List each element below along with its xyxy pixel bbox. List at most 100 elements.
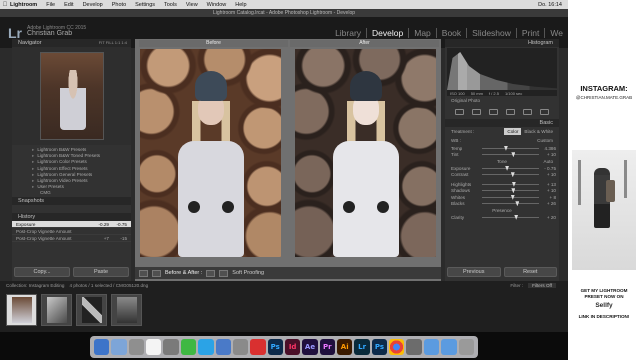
navigator-preview[interactable] [12, 47, 131, 145]
treatment-color[interactable]: Color [504, 128, 522, 135]
slider-handle[interactable] [511, 181, 516, 187]
crop-tool-icon[interactable] [455, 108, 464, 115]
facetime-icon[interactable] [198, 339, 214, 355]
presets-list: Lightroom B&W Presets Lightroom B&W Tone… [12, 145, 131, 197]
menu-develop[interactable]: Develop [83, 2, 103, 8]
after-effects-icon[interactable]: Ae [302, 339, 318, 355]
system-preferences-icon[interactable] [232, 339, 249, 355]
histogram-header[interactable]: Histogram [445, 39, 559, 47]
filmstrip-thumbnail[interactable] [41, 294, 72, 326]
module-map[interactable]: Map [408, 28, 436, 38]
app-store-icon[interactable] [215, 339, 231, 355]
menu-settings[interactable]: Settings [135, 2, 155, 8]
module-book[interactable]: Book [435, 28, 466, 38]
menu-tools[interactable]: Tools [164, 2, 177, 8]
contacts-icon[interactable] [128, 339, 145, 355]
history-header[interactable]: History [12, 213, 131, 221]
tone-auto-button[interactable]: Auto [544, 158, 553, 165]
acrobat-icon[interactable] [250, 339, 266, 355]
spot-removal-tool-icon[interactable] [472, 108, 481, 115]
graduated-filter-icon[interactable] [506, 108, 515, 115]
photoshop-icon[interactable]: Ps [371, 339, 388, 355]
loupe-view-icon[interactable] [139, 269, 148, 277]
history-row[interactable]: Exposure -0.29 -0.75 [12, 221, 131, 228]
menu-file[interactable]: File [46, 2, 55, 8]
navigator-zoom-controls[interactable]: FIT FILL 1:1 1:4 [99, 39, 127, 47]
promo-heading: INSTAGRAM: [580, 84, 628, 93]
treatment-bw[interactable]: Black & White [521, 128, 556, 135]
menu-help[interactable]: Help [235, 2, 246, 8]
menubar-clock[interactable]: Do. 16:14 [538, 2, 562, 8]
swap-icon[interactable] [206, 269, 216, 277]
previous-button[interactable]: Previous [447, 267, 501, 277]
radial-filter-icon[interactable] [523, 108, 532, 115]
before-after-label[interactable]: Before & After : [165, 270, 202, 276]
module-print[interactable]: Print [515, 28, 544, 38]
filmstrip-thumbnail[interactable] [6, 294, 37, 326]
navigator-thumbnail [39, 52, 104, 140]
collection-info[interactable]: Collection: Instagram Editing [6, 283, 64, 288]
photoshop-icon[interactable]: Ps [267, 339, 283, 355]
module-develop[interactable]: Develop [366, 28, 408, 38]
slider-handle[interactable] [515, 201, 520, 207]
slider-handle[interactable] [505, 165, 510, 171]
wb-select[interactable]: Custom [534, 137, 556, 144]
preview-icon[interactable] [406, 339, 422, 355]
basic-header[interactable]: Basic [445, 119, 559, 127]
menu-view[interactable]: View [186, 2, 198, 8]
filter-select[interactable]: Filters Off [528, 283, 556, 288]
filmstrip-thumbnail[interactable] [111, 294, 142, 326]
snapshots-header[interactable]: Snapshots [12, 197, 131, 205]
filmstrip [0, 290, 568, 332]
iso-value: ISO 100 [450, 91, 465, 96]
trash-icon[interactable] [458, 339, 474, 355]
slider-handle[interactable] [510, 172, 515, 178]
copy-button[interactable]: Copy... [14, 267, 70, 277]
chrome-icon[interactable] [389, 339, 405, 355]
develop-toolbar: Before & After : Soft Proofing [135, 267, 441, 279]
history-row[interactable]: Post-Crop Vignette Amount +7 -15 [12, 235, 131, 242]
folder-icon[interactable] [423, 339, 440, 355]
soft-proofing-label[interactable]: Soft Proofing [232, 270, 264, 276]
messages-icon[interactable] [180, 339, 197, 355]
menu-window[interactable]: Window [207, 2, 227, 8]
module-slideshow[interactable]: Slideshow [466, 28, 516, 38]
module-library[interactable]: Library [330, 28, 366, 38]
illustrator-icon[interactable]: Ai [337, 339, 353, 355]
adjustment-brush-icon[interactable] [540, 108, 549, 115]
finder-icon[interactable] [94, 339, 110, 355]
red-eye-tool-icon[interactable] [489, 108, 498, 115]
slider-handle[interactable] [503, 145, 508, 151]
slider-handle[interactable] [514, 214, 519, 220]
reset-button[interactable]: Reset [503, 267, 557, 277]
apple-icon[interactable]:  [0, 2, 10, 8]
lightroom-icon[interactable]: Lr [354, 339, 370, 355]
navigator-header[interactable]: Navigator FIT FILL 1:1 1:4 [12, 39, 131, 47]
menu-edit[interactable]: Edit [64, 2, 73, 8]
before-after-view-icon[interactable] [152, 269, 161, 277]
original-photo-checkbox[interactable]: Original Photo [445, 97, 559, 104]
downloads-folder-icon[interactable] [441, 339, 457, 355]
notes-icon[interactable] [163, 339, 179, 355]
filmstrip-thumbnail[interactable] [76, 294, 107, 326]
indesign-icon[interactable]: Id [284, 339, 301, 355]
slider-handle[interactable] [511, 152, 516, 158]
module-web[interactable]: We [544, 28, 568, 38]
menu-app[interactable]: Lightroom [10, 2, 37, 8]
slider-clarity[interactable]: Clarity + 20 [445, 214, 559, 221]
before-photo[interactable] [140, 49, 281, 257]
copy-settings-icon[interactable] [219, 269, 229, 277]
filmstrip-bar: Collection: Instagram Editing 4 photos /… [0, 281, 568, 290]
paste-button[interactable]: Paste [73, 267, 129, 277]
slider-handle[interactable] [510, 194, 515, 200]
calendar-icon[interactable] [146, 339, 162, 355]
histogram[interactable]: ISO 100 50 mm f / 2.5 1/100 sec [447, 48, 557, 96]
slider-handle[interactable] [511, 188, 516, 194]
preset-item-cmg[interactable]: CMG [32, 190, 131, 196]
mail-icon[interactable] [111, 339, 127, 355]
premiere-icon[interactable]: Pr [319, 339, 336, 355]
history-row[interactable]: Post-Crop Vignette Amount [12, 228, 131, 235]
right-panel-buttons: Previous Reset [445, 267, 559, 279]
menu-photo[interactable]: Photo [112, 2, 126, 8]
after-photo[interactable] [295, 49, 436, 257]
